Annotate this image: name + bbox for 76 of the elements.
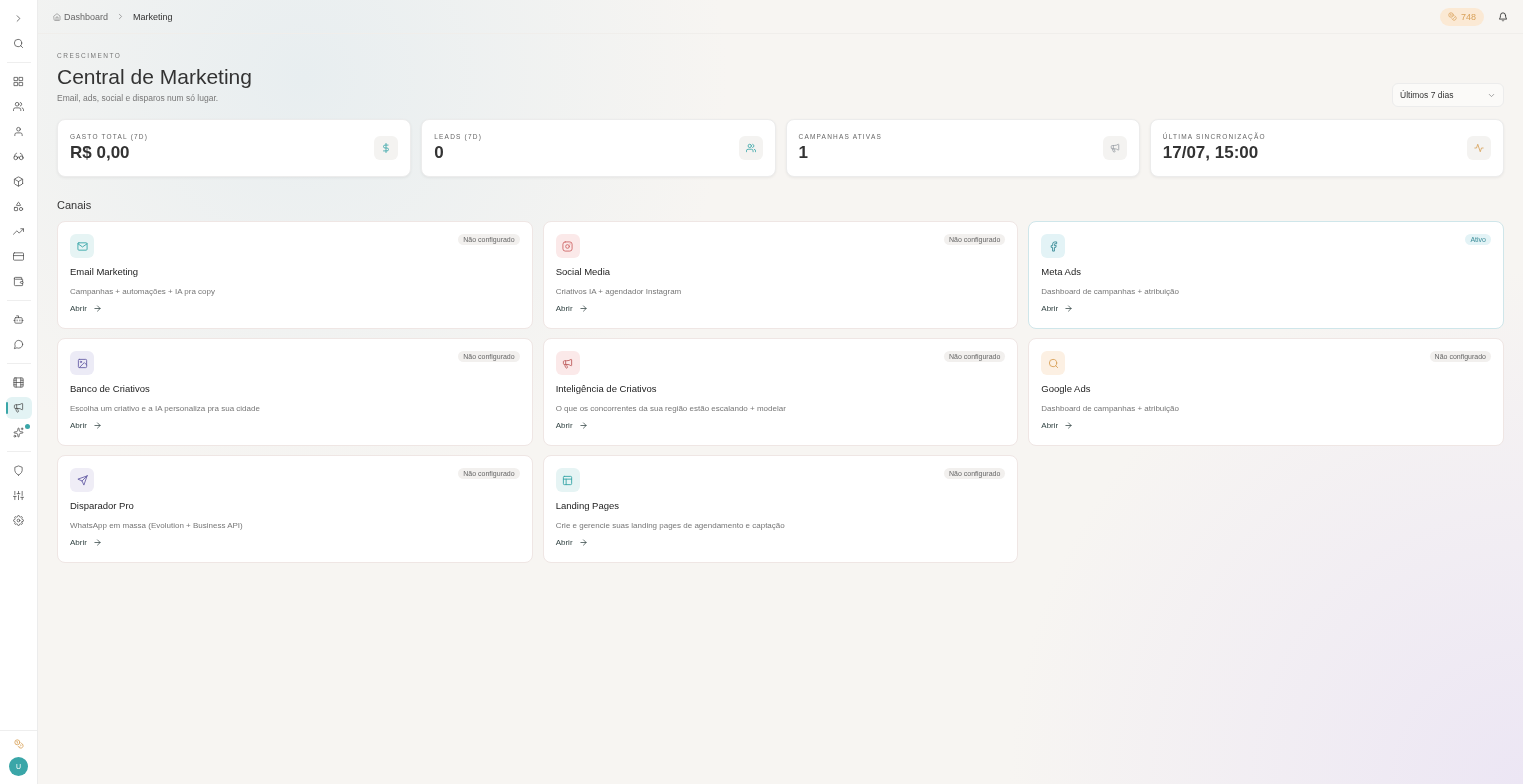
megaphone-icon [1109,143,1120,153]
channel-title: Banco de Criativos [70,383,151,394]
open-link[interactable]: Abrir [555,538,588,547]
mail-icon [76,240,88,252]
users-icon [13,101,24,112]
film-icon [13,377,24,388]
channel-description: Crie e gerencie suas landing pages de agendamento e captação [555,521,786,530]
breadcrumb-link[interactable]: Dashboard [64,11,109,22]
arrow-right-icon [92,421,102,430]
wallet-icon [13,276,24,287]
contact-card-icon [13,126,24,137]
activity-icon [1474,143,1484,153]
users-icon [745,143,756,153]
image-icon [76,357,88,369]
coins-icon[interactable] [13,739,24,749]
channel-description: Campanhas + automações + IA pra copy [70,287,216,296]
channel-description: Escolha um criativo e a IA personaliza pra sua cidade [70,404,261,413]
sliders-icon [13,490,24,501]
section-title: Canais [57,199,93,211]
dollar-icon [381,143,392,153]
settings-icon [13,515,24,526]
shield-icon [13,465,24,476]
search-icon [1047,357,1059,369]
shapes-icon [13,201,24,212]
layout-icon [562,474,574,486]
credit-card-icon [13,251,24,262]
arrow-right-icon [92,304,102,313]
glasses-icon [13,151,24,162]
megaphone-icon [562,357,574,369]
channel-title: Google Ads [1041,383,1092,394]
channel-title: Inteligência de Criativos [555,383,658,394]
arrow-right-icon [1064,304,1074,313]
chat-bubble-icon [13,339,24,350]
megaphone-nav-button[interactable] [5,396,32,419]
arrow-right-icon [92,538,102,547]
channel-title: Meta Ads [1041,266,1082,277]
bell-icon[interactable] [1498,11,1508,22]
bot-icon [13,314,24,325]
active-indicator [5,401,8,414]
trending-up-icon [13,226,24,237]
open-link[interactable]: Abrir [555,304,588,313]
channel-title: Disparador Pro [70,500,135,511]
channel-description: Dashboard de campanhas + atribuição [1041,404,1180,413]
megaphone-icon [13,402,24,413]
grid-icon [13,76,24,87]
open-link[interactable]: Abrir [70,304,102,313]
channel-description: Criativos IA + agendador Instagram [555,287,683,296]
stat-value: 1 [798,143,809,163]
stat-value: 17/07, 15:00 [1162,143,1260,163]
channel-description: WhatsApp em massa (Evolution + Business API) [70,521,244,530]
arrow-right-icon [578,304,588,313]
channel-description: Dashboard de campanhas + atribuição [1041,287,1180,296]
sparkles-icon [13,427,24,438]
search-icon [13,38,24,49]
open-link[interactable]: Abrir [555,421,588,430]
channel-description: O que os concorrentes da sua região estão escalando + modelar [555,404,787,413]
coins-icon [1447,12,1457,21]
stat-value: 0 [434,143,445,163]
arrow-right-icon [1064,421,1074,430]
home-icon [53,12,61,21]
page-title: Central de Marketing [57,65,252,89]
arrow-right-icon [578,421,588,430]
arrow-right-icon [578,538,588,547]
open-link[interactable]: Abrir [70,421,102,430]
period-select[interactable]: Últimos 7 dias [1392,83,1504,107]
open-link[interactable]: Abrir [1041,304,1074,313]
open-link[interactable]: Abrir [70,538,102,547]
stat-value: R$ 0,00 [70,143,131,163]
box-icon [13,176,24,187]
send-icon [76,474,88,486]
channel-title: Landing Pages [555,500,621,511]
instagram-icon [562,240,574,252]
open-link[interactable]: Abrir [1041,421,1074,430]
page-subtitle: Email, ads, social e disparos num só lugar. [57,93,220,103]
channel-title: Social Media [555,266,612,277]
channel-title: Email Marketing [70,266,140,277]
